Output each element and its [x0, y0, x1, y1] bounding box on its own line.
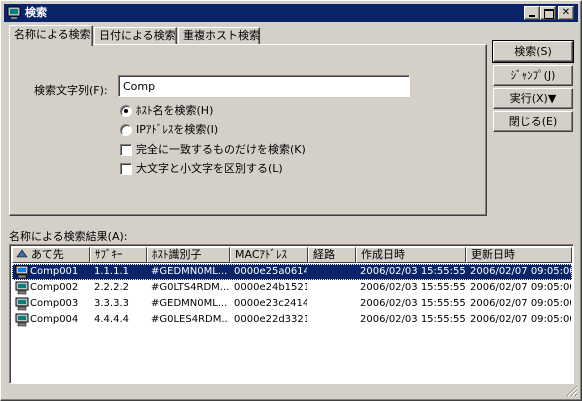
execute-button[interactable]: 実行(X)▼ [493, 88, 573, 109]
cell-host-id: #G0LES4RDM... [151, 314, 229, 325]
cell-route [312, 264, 355, 280]
cell-updated: 2006/02/07 09:05:00 [470, 298, 571, 309]
sort-arrow-icon [16, 249, 28, 258]
cell-route [312, 296, 355, 312]
column-header-created[interactable]: 作成日時 [356, 247, 466, 263]
cell-subkey: 2.2.2.2 [94, 282, 129, 293]
tab-search-by-name[interactable]: 名称による検索 [9, 25, 93, 46]
cell-subkey: 4.4.4.4 [94, 314, 129, 325]
results-label: 名称による検索結果(A): [9, 230, 128, 243]
tab-search-by-date[interactable]: 日付による検索 [94, 27, 177, 45]
cell-mac: 0000e25a0614 [234, 266, 307, 277]
search-window: 検索 ✕ 名称による検索 日付による検索 重複ホスト検索 検索文字列(F): ﾎ… [0, 0, 582, 401]
close-button[interactable]: 閉じる(E) [493, 111, 573, 132]
maximize-button[interactable] [540, 6, 556, 20]
cell-subkey: 3.3.3.3 [94, 298, 129, 309]
cell-destination: Comp001 [30, 266, 79, 277]
table-row[interactable]: Comp001 1.1.1.1 #GEDMN0ML... 0000e25a061… [12, 264, 572, 280]
list-header: あて先 ｻﾌﾞｷｰ ﾎｽﾄ識別子 MACｱﾄﾞﾚｽ 経路 作成日時 更新日時 [12, 247, 572, 263]
column-label: MACｱﾄﾞﾚｽ [235, 248, 288, 261]
cell-host-id: #G0LTS4RDM... [151, 282, 229, 293]
column-header-destination[interactable]: あて先 [12, 247, 90, 263]
cell-mac: 0000e22d3321 [234, 314, 307, 325]
column-label: ｻﾌﾞｷｰ [95, 248, 123, 261]
radio-label: IPｱﾄﾞﾚｽを検索(I) [136, 123, 219, 136]
column-header-mac[interactable]: MACｱﾄﾞﾚｽ [230, 247, 308, 263]
checkbox-label: 完全に一致するものだけを検索(K) [136, 143, 306, 156]
resize-grip-icon[interactable] [566, 385, 578, 397]
column-header-route[interactable]: 経路 [308, 247, 356, 263]
checkbox-label: 大文字と小文字を区別する(L) [136, 162, 283, 175]
cell-destination: Comp004 [30, 314, 79, 325]
column-label: 更新日時 [471, 248, 515, 261]
computer-icon [15, 265, 29, 279]
cell-updated: 2006/02/07 09:05:00 [470, 282, 571, 293]
computer-icon [15, 313, 29, 327]
results-list[interactable]: あて先 ｻﾌﾞｷｰ ﾎｽﾄ識別子 MACｱﾄﾞﾚｽ 経路 作成日時 更新日時 C… [9, 244, 574, 384]
jump-button[interactable]: ｼﾞｬﾝﾌﾟ(J) [493, 65, 573, 86]
column-label: あて先 [31, 248, 64, 261]
table-row[interactable]: Comp003 3.3.3.3 #GEDMN0ML... 0000e23c241… [12, 296, 572, 312]
cell-mac: 0000e24b1521 [234, 282, 307, 293]
column-header-subkey[interactable]: ｻﾌﾞｷｰ [90, 247, 147, 263]
radio-indicator [120, 124, 132, 136]
cell-destination: Comp003 [30, 298, 79, 309]
computer-icon [15, 297, 29, 311]
table-row[interactable]: Comp002 2.2.2.2 #G0LTS4RDM... 0000e24b15… [12, 280, 572, 296]
column-label: 経路 [313, 248, 335, 261]
computer-icon [15, 281, 29, 295]
cell-created: 2006/02/03 15:55:55 [360, 266, 465, 277]
cell-created: 2006/02/03 15:55:55 [360, 282, 465, 293]
cell-destination: Comp002 [30, 282, 79, 293]
minimize-button[interactable] [524, 6, 540, 20]
close-window-button[interactable]: ✕ [558, 6, 574, 20]
search-window-icon [7, 6, 21, 19]
title-bar[interactable]: 検索 ✕ [4, 4, 578, 22]
cell-mac: 0000e23c2414 [234, 298, 307, 309]
cell-updated: 2006/02/07 09:05:00 [470, 266, 571, 277]
column-label: ﾎｽﾄ識別子 [152, 248, 202, 261]
search-button[interactable]: 検索(S) [492, 40, 574, 63]
checkbox-indicator [120, 144, 132, 156]
cell-created: 2006/02/03 15:55:55 [360, 314, 465, 325]
column-label: 作成日時 [361, 248, 405, 261]
column-header-host-id[interactable]: ﾎｽﾄ識別子 [147, 247, 230, 263]
cell-host-id: #GEDMN0ML... [151, 266, 228, 277]
column-header-updated[interactable]: 更新日時 [466, 247, 572, 263]
radio-indicator [120, 105, 132, 117]
cell-route [312, 312, 355, 328]
window-title: 検索 [25, 6, 47, 19]
cell-updated: 2006/02/07 09:05:00 [470, 314, 571, 325]
cell-route [312, 280, 355, 296]
checkbox-indicator [120, 163, 132, 175]
tab-panel: 検索文字列(F): ﾎｽﾄ名を検索(H) IPｱﾄﾞﾚｽを検索(I) 完全に一致… [9, 44, 487, 216]
table-row[interactable]: Comp004 4.4.4.4 #G0LES4RDM... 0000e22d33… [12, 312, 572, 328]
cell-subkey: 1.1.1.1 [94, 266, 129, 277]
cell-host-id: #GEDMN0ML... [151, 298, 228, 309]
search-string-label: 検索文字列(F): [34, 84, 108, 97]
radio-label: ﾎｽﾄ名を検索(H) [136, 104, 214, 117]
cell-created: 2006/02/03 15:55:55 [360, 298, 465, 309]
tab-duplicate-host-search[interactable]: 重複ホスト検索 [178, 27, 260, 45]
search-string-input[interactable] [118, 75, 410, 97]
